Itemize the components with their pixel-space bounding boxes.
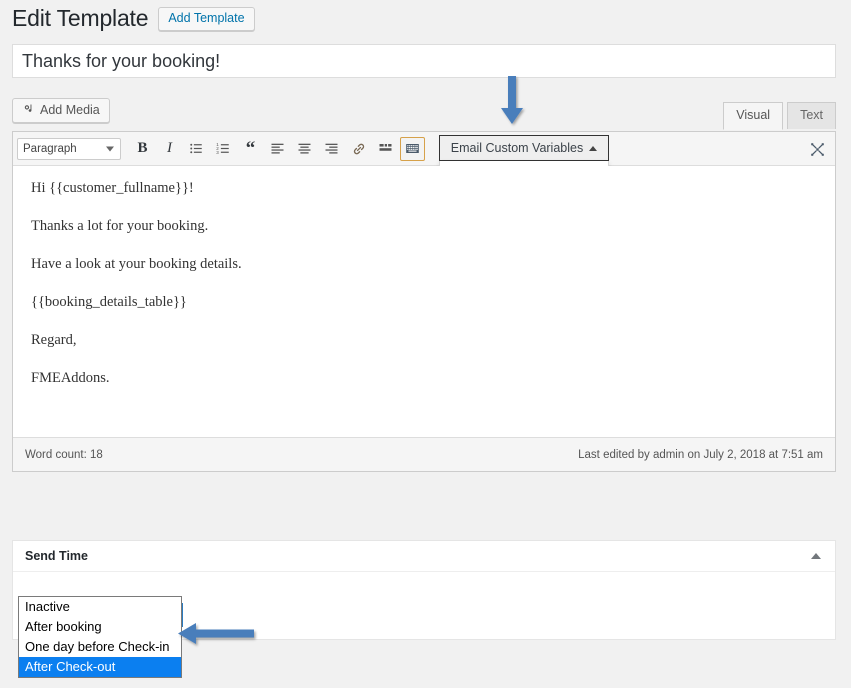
add-template-button[interactable]: Add Template xyxy=(158,6,255,31)
editor-paragraph: Have a look at your booking details. xyxy=(31,256,242,272)
editor-content-area[interactable]: Hi {{customer_fullname}}! Thanks a lot f… xyxy=(13,166,835,438)
editor-paragraph: FMEAddons. xyxy=(31,370,110,386)
template-title-input[interactable]: Thanks for your booking! xyxy=(12,44,836,78)
template-title-value: Thanks for your booking! xyxy=(22,50,221,71)
tab-visual[interactable]: Visual xyxy=(723,102,784,130)
email-custom-variables-label: Email Custom Variables xyxy=(450,141,584,155)
send-time-options-list: Inactive After booking One day before Ch… xyxy=(18,596,182,678)
editor-mode-tabs: Visual Text xyxy=(719,102,836,130)
email-custom-variables-dropdown: Email Custom Variables Customer First Na… xyxy=(439,135,609,383)
page-title: Edit Template xyxy=(12,5,149,31)
read-more-button[interactable] xyxy=(373,137,398,161)
fullscreen-icon[interactable] xyxy=(805,137,829,161)
email-custom-variables-button[interactable]: Email Custom Variables xyxy=(439,135,609,161)
page-root: Edit Template Add Template Thanks for yo… xyxy=(0,0,851,688)
toolbar-toggle-button[interactable] xyxy=(400,136,425,161)
media-icon xyxy=(21,103,35,117)
page-header: Edit Template Add Template xyxy=(12,4,255,33)
editor-paragraph: {{booking_details_table}} xyxy=(31,294,187,310)
svg-text:3: 3 xyxy=(216,150,219,155)
insert-link-button[interactable] xyxy=(346,137,371,161)
chevron-down-icon xyxy=(106,146,114,151)
tab-text[interactable]: Text xyxy=(787,102,836,129)
numbered-list-button[interactable]: 1 2 3 xyxy=(211,137,236,161)
editor-paragraph: Thanks a lot for your booking. xyxy=(31,218,209,234)
word-count: Word count: 18 xyxy=(25,448,103,461)
media-buttons-row: Add Media xyxy=(12,98,836,126)
option-one-day-before-check-in[interactable]: One day before Check-in xyxy=(19,637,181,657)
chevron-up-icon xyxy=(589,145,598,151)
add-media-button[interactable]: Add Media xyxy=(12,98,110,123)
add-media-label: Add Media xyxy=(40,103,100,117)
editor-status-bar: Word count: 18 Last edited by admin on J… xyxy=(13,437,835,471)
italic-button[interactable]: I xyxy=(157,137,182,161)
option-after-check-out[interactable]: After Check-out xyxy=(19,657,181,677)
blockquote-button[interactable]: “ xyxy=(238,137,263,161)
send-time-panel-header[interactable]: Send Time xyxy=(13,541,835,571)
option-inactive[interactable]: Inactive xyxy=(19,597,181,617)
editor-paragraph: Hi {{customer_fullname}}! xyxy=(31,180,194,196)
editor-paragraph: Regard, xyxy=(31,332,77,348)
editor-toolbar: Paragraph B I 1 2 3 “ Email Custom Varia… xyxy=(13,132,835,383)
align-right-button[interactable] xyxy=(319,137,344,161)
bulleted-list-button[interactable] xyxy=(184,137,209,161)
editor-container: Paragraph B I 1 2 3 “ Email Custom Varia… xyxy=(12,131,836,472)
align-left-button[interactable] xyxy=(265,137,290,161)
paragraph-format-select[interactable]: Paragraph xyxy=(17,137,121,160)
send-time-title: Send Time xyxy=(25,548,88,563)
last-edited: Last edited by admin on July 2, 2018 at … xyxy=(578,448,823,461)
align-center-button[interactable] xyxy=(292,137,317,161)
option-after-booking[interactable]: After booking xyxy=(19,617,181,637)
bold-button[interactable]: B xyxy=(130,137,155,161)
paragraph-format-value: Paragraph xyxy=(23,142,77,155)
chevron-up-icon[interactable] xyxy=(811,552,821,559)
